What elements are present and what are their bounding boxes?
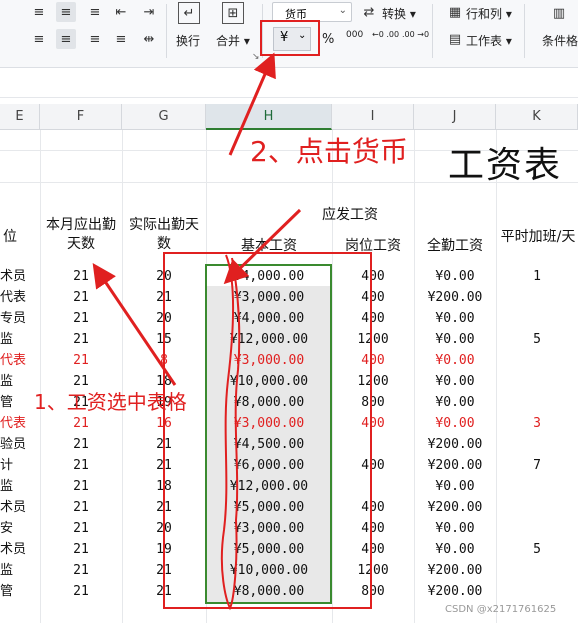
watermark: CSDN @x2171761625 <box>445 604 557 615</box>
arrow-to-currency <box>228 52 276 156</box>
arrow-to-column <box>92 263 177 386</box>
arrow-to-cell <box>223 208 302 285</box>
circle-highlight <box>220 254 241 611</box>
annotation-arrows <box>92 52 302 611</box>
